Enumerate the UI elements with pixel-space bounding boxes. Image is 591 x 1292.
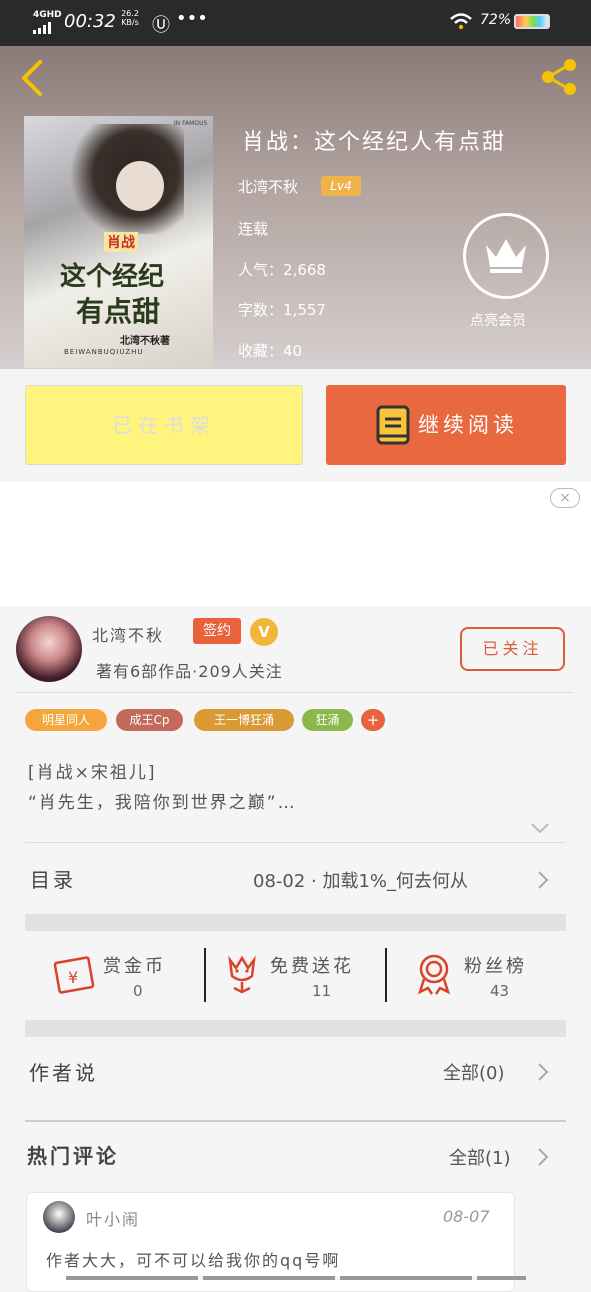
gesture-bar (66, 1276, 526, 1280)
comment-date: 08-07 (443, 1207, 490, 1226)
stat-value: 0 (133, 982, 143, 1000)
divider (16, 692, 574, 693)
continue-reading-button[interactable]: 继续阅读 (326, 385, 566, 465)
tag[interactable]: 明星同人 (25, 709, 107, 731)
author-meta: 著有6部作品·209人关注 (96, 662, 283, 681)
network-indicator: 4GHD (33, 10, 62, 20)
app-notification-icon: Ⓤ (152, 15, 170, 36)
cover-top-text: IN FAMOUS (174, 120, 208, 127)
cover-title-1: 肖战 (104, 232, 138, 252)
book-popularity: 人气：2,668 (238, 261, 326, 279)
book-status: 连载 (238, 220, 269, 238)
cover-title-3: 有点甜 (76, 295, 161, 328)
author-level-badge: Lv4 (321, 176, 361, 196)
signed-badge: 签约 (193, 618, 241, 644)
share-icon[interactable] (538, 56, 580, 98)
flower-icon (228, 955, 256, 994)
vip-label[interactable]: 点亮会员 (470, 310, 526, 330)
back-arrow-icon[interactable] (16, 58, 46, 98)
crown-icon (486, 239, 526, 273)
stat-value: 43 (490, 982, 510, 1000)
book-favorites: 收藏：40 (238, 342, 303, 360)
hot-comments-row[interactable]: 热门评论 全部(1) (25, 1128, 566, 1186)
commenter-name[interactable]: 叶小闹 (86, 1206, 140, 1230)
description-line-2: “肖先生，我陪你到世界之巅”… (28, 793, 297, 813)
author-says-row[interactable]: 作者说 全部(0) (25, 1042, 566, 1102)
commenter-avatar[interactable] (43, 1201, 75, 1233)
stat-label: 粉丝榜 (464, 956, 527, 977)
vip-button[interactable] (463, 213, 549, 299)
cover-pinyin: BEIWANBUQIUZHU (64, 348, 144, 356)
reward-coins-item[interactable]: ¥ 赏金币 0 (25, 936, 205, 1012)
stat-label: 赏金币 (103, 956, 166, 977)
cover-title-2: 这个经纪 (60, 262, 165, 292)
expand-chevron-icon[interactable] (530, 822, 550, 834)
ad-banner (0, 482, 591, 606)
chevron-right-icon (538, 871, 549, 889)
tag[interactable]: 王一博狂涌 (194, 709, 294, 731)
book-author[interactable]: 北湾不秋 (238, 176, 298, 197)
book-title: 肖战：这个经纪人有点甜 (242, 130, 507, 155)
chevron-right-icon (538, 1063, 549, 1081)
catalog-row[interactable]: 目录 08-02 · 加载1%_何去何从 (25, 850, 566, 908)
description-line-1: [肖战×宋祖儿] (28, 763, 157, 783)
wifi-icon (450, 13, 472, 30)
battery-icon (514, 14, 550, 29)
follow-button[interactable]: 已关注 (460, 627, 565, 671)
free-flower-item[interactable]: 免费送花 11 (208, 936, 384, 1012)
chevron-right-icon (538, 1148, 549, 1166)
hot-comments-all: 全部(1) (449, 1148, 511, 1169)
add-tag-button[interactable]: + (361, 709, 385, 731)
catalog-latest: 08-02 · 加载1%_何去何从 (253, 871, 469, 892)
network-speed: 26.2 KB/s (121, 9, 139, 27)
continue-reading-label: 继续阅读 (418, 413, 518, 437)
stat-label: 免费送花 (270, 956, 354, 977)
status-bar: 4GHD 00:32 26.2 KB/s Ⓤ ••• 72% (0, 0, 591, 46)
section-divider (25, 914, 566, 931)
signal-icon (33, 22, 51, 34)
divider (25, 1120, 566, 1122)
book-word-count: 字数：1,557 (238, 301, 326, 319)
medal-icon (417, 954, 451, 995)
status-time: 00:32 (64, 11, 116, 32)
book-icon (376, 405, 410, 445)
battery-percent: 72% (480, 12, 512, 28)
author-name[interactable]: 北湾不秋 (92, 622, 164, 646)
close-ad-icon[interactable]: × (550, 488, 580, 508)
author-says-all: 全部(0) (443, 1063, 505, 1084)
cover-author: 北湾不秋著 (120, 336, 170, 347)
author-says-label: 作者说 (29, 1061, 98, 1085)
section-divider (25, 1020, 566, 1037)
verified-icon: V (250, 618, 278, 646)
more-notifications-icon: ••• (176, 8, 208, 29)
divider (25, 842, 566, 843)
catalog-label: 目录 (30, 868, 76, 892)
divider (385, 948, 387, 1002)
cover-face (116, 161, 164, 211)
fan-ranking-item[interactable]: 粉丝榜 43 (388, 936, 566, 1012)
comment-text: 作者大大，可不可以给我你的qq号啊 (46, 1251, 341, 1270)
red-envelope-icon: ¥ (53, 956, 95, 994)
book-cover[interactable]: IN FAMOUS 肖战 这个经纪 有点甜 北湾不秋著 BEIWANBUQIUZ… (24, 116, 213, 368)
tag[interactable]: 成王Cp (116, 709, 183, 731)
in-shelf-button[interactable]: 已在书架 (25, 385, 303, 465)
svg-text:¥: ¥ (68, 968, 78, 987)
author-avatar[interactable] (16, 616, 82, 682)
stat-value: 11 (312, 982, 332, 1000)
tag[interactable]: 狂涌 (302, 709, 353, 731)
hot-comments-label: 热门评论 (27, 1144, 119, 1168)
divider (204, 948, 206, 1002)
